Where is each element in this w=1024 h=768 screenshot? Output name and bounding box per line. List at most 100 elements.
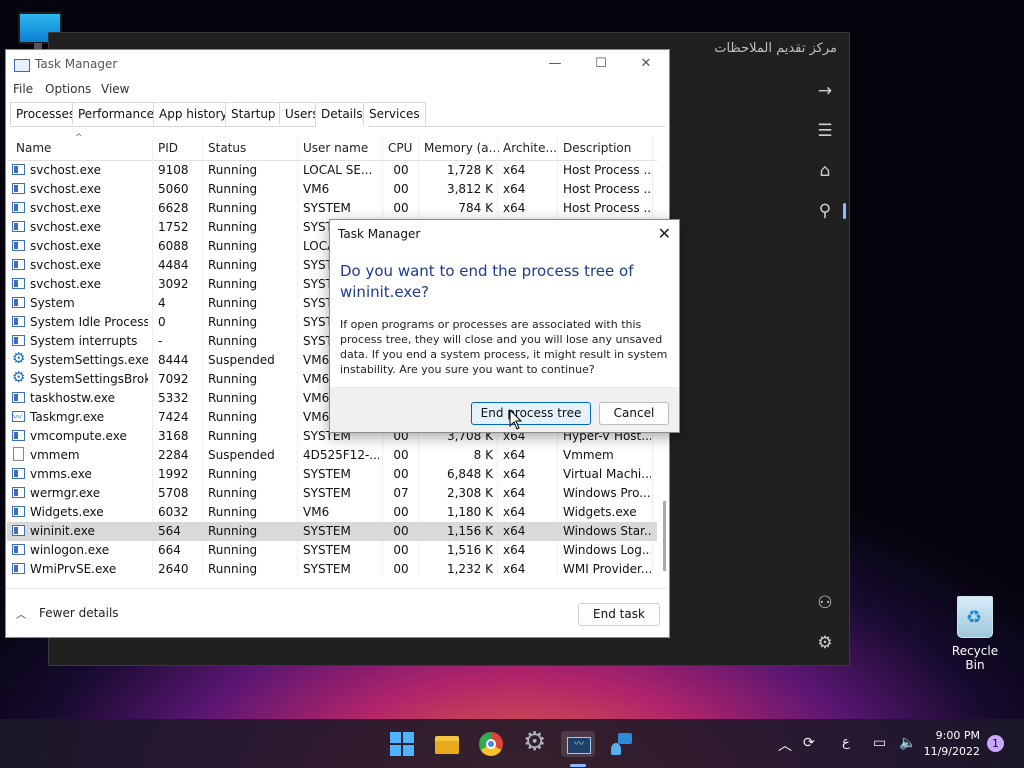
tab-processes[interactable]: Processes <box>10 102 82 125</box>
volume-icon[interactable]: 🔈 <box>899 735 916 751</box>
end-process-tree-button[interactable]: End process tree <box>471 402 591 425</box>
gear-icon <box>12 349 27 367</box>
footer-bar: ︿ Fewer details End task <box>6 588 667 637</box>
cancel-button[interactable]: Cancel <box>599 402 669 425</box>
recycle-bin[interactable]: ♻ Recycle Bin <box>942 596 1008 672</box>
chrome-icon[interactable] <box>478 731 504 757</box>
minimize-button[interactable]: — <box>542 54 568 74</box>
start-button[interactable] <box>389 731 415 757</box>
process-pid: 5332 <box>158 391 189 405</box>
process-architecture: x64 <box>503 182 526 196</box>
process-status: Running <box>208 220 258 234</box>
process-cpu: 00 <box>393 543 409 557</box>
table-header: ^ Name PID Status User name CPU Memory (… <box>7 133 657 161</box>
process-cpu: 00 <box>393 562 409 576</box>
menu-file[interactable]: File <box>13 82 33 96</box>
process-status: Running <box>208 562 258 576</box>
input-language[interactable]: ع <box>842 735 850 750</box>
process-user: 4D525F12-... <box>303 448 379 462</box>
process-pid: 5060 <box>158 182 189 196</box>
column-cpu[interactable]: CPU <box>388 141 418 155</box>
process-status: Running <box>208 296 258 310</box>
chevron-up-icon[interactable]: ︿ <box>16 606 26 621</box>
column-status[interactable]: Status <box>208 141 293 155</box>
wmi-icon <box>12 563 25 574</box>
process-pid: 1752 <box>158 220 189 234</box>
process-pid: - <box>158 334 163 348</box>
settings-icon[interactable]: ⚙ <box>522 727 548 757</box>
arrow-right-icon[interactable]: → <box>815 81 835 101</box>
taskmgr-icon <box>12 410 25 423</box>
task-manager-taskbar-icon[interactable]: 〰 <box>561 731 595 757</box>
process-name: System Idle Process <box>30 315 148 329</box>
window-title: Task Manager <box>35 57 118 71</box>
process-description: WMI Provider... <box>563 562 651 576</box>
show-hidden-icons-chevron-icon[interactable]: ︿ <box>778 735 792 755</box>
hamburger-menu-icon[interactable]: ☰ <box>815 121 835 141</box>
tab-app-history[interactable]: App history <box>153 102 234 125</box>
network-icon[interactable]: ▭ <box>873 735 886 751</box>
process-cpu: 00 <box>393 163 409 177</box>
notification-badge[interactable]: 1 <box>987 735 1004 752</box>
maximize-button[interactable]: ☐ <box>588 54 614 74</box>
process-name: svchost.exe <box>30 277 101 291</box>
tab-details[interactable]: Details <box>315 102 369 127</box>
process-architecture: x64 <box>503 467 526 481</box>
tab-performance[interactable]: Performance <box>72 102 161 125</box>
close-button[interactable]: ✕ <box>633 54 659 74</box>
process-description: Host Process ... <box>563 163 651 177</box>
column-name[interactable]: Name <box>16 141 146 155</box>
gear-icon <box>12 368 27 386</box>
process-memory: 3,812 K <box>446 182 493 196</box>
settings-gear-icon[interactable]: ⚙ <box>815 633 835 653</box>
table-row[interactable]: svchost.exe 6628 Running SYSTEM 00 784 K x64 Ho… <box>7 199 657 218</box>
report-icon <box>12 487 25 498</box>
dialog-close-icon[interactable]: ✕ <box>658 224 671 243</box>
menu-view[interactable]: View <box>101 82 129 96</box>
service-icon <box>12 468 25 479</box>
process-pid: 6032 <box>158 505 189 519</box>
table-row[interactable]: Widgets.exe 6032 Running VM6 00 1,180 K x64 Wid… <box>7 503 657 522</box>
process-user: SYSTEM <box>303 467 351 481</box>
process-description: Host Process ... <box>563 201 651 215</box>
title-bar[interactable]: Task Manager — ☐ ✕ <box>6 50 669 78</box>
table-row[interactable]: svchost.exe 5060 Running VM6 00 3,812 K x64 Hos… <box>7 180 657 199</box>
home-icon[interactable]: ⌂ <box>815 161 835 181</box>
tab-startup[interactable]: Startup <box>225 102 282 125</box>
feedback-icon[interactable]: ⚲ <box>815 201 835 221</box>
table-row[interactable]: wermgr.exe 5708 Running SYSTEM 07 2,308 K x64 W… <box>7 484 657 503</box>
process-memory: 1,728 K <box>446 163 493 177</box>
column-architecture[interactable]: Archite... <box>503 141 558 155</box>
tab-services[interactable]: Services <box>363 102 426 125</box>
table-row[interactable]: winlogon.exe 664 Running SYSTEM 00 1,516 K x64… <box>7 541 657 560</box>
windows-update-icon[interactable]: ⟳ <box>803 735 815 751</box>
mouse-cursor-icon <box>509 409 523 430</box>
clock-date: 11/9/2022 <box>923 745 980 758</box>
table-row[interactable]: WmiPrvSE.exe 2640 Running SYSTEM 00 1,232 K x6… <box>7 560 657 579</box>
table-row[interactable]: vmms.exe 1992 Running SYSTEM 00 6,848 K x64 Vir… <box>7 465 657 484</box>
process-name: Widgets.exe <box>30 505 104 519</box>
table-row[interactable]: wininit.exe 564 Running SYSTEM 00 1,156 K x64 W… <box>7 522 657 541</box>
table-row[interactable]: svchost.exe 9108 Running LOCAL SE... 00 1,728… <box>7 161 657 180</box>
column-user-name[interactable]: User name <box>303 141 383 155</box>
column-memory[interactable]: Memory (a... <box>424 141 499 155</box>
file-explorer-icon[interactable] <box>434 731 460 757</box>
menu-options[interactable]: Options <box>45 82 91 96</box>
clock[interactable]: 9:00 PM 11/9/2022 <box>924 728 980 760</box>
vertical-scrollbar-thumb[interactable] <box>663 501 666 571</box>
process-pid: 6628 <box>158 201 189 215</box>
column-pid[interactable]: PID <box>158 141 203 155</box>
end-task-button[interactable]: End task <box>578 603 660 626</box>
end-process-tree-dialog: Task Manager ✕ Do you want to end the pr… <box>329 219 680 433</box>
process-cpu: 00 <box>393 201 409 215</box>
service-icon <box>12 164 25 175</box>
process-name: Taskmgr.exe <box>30 410 105 424</box>
account-icon[interactable]: ⚇ <box>815 593 835 613</box>
table-row[interactable]: vmmem 2284 Suspended 4D525F12-... 00 8 K x64 Vm… <box>7 446 657 465</box>
service-icon <box>12 297 25 308</box>
process-memory: 2,308 K <box>446 486 493 500</box>
process-memory: 1,516 K <box>446 543 493 557</box>
feedback-hub-icon[interactable] <box>610 731 636 757</box>
fewer-details-link[interactable]: Fewer details <box>39 606 119 620</box>
column-description[interactable]: Description <box>563 141 651 155</box>
